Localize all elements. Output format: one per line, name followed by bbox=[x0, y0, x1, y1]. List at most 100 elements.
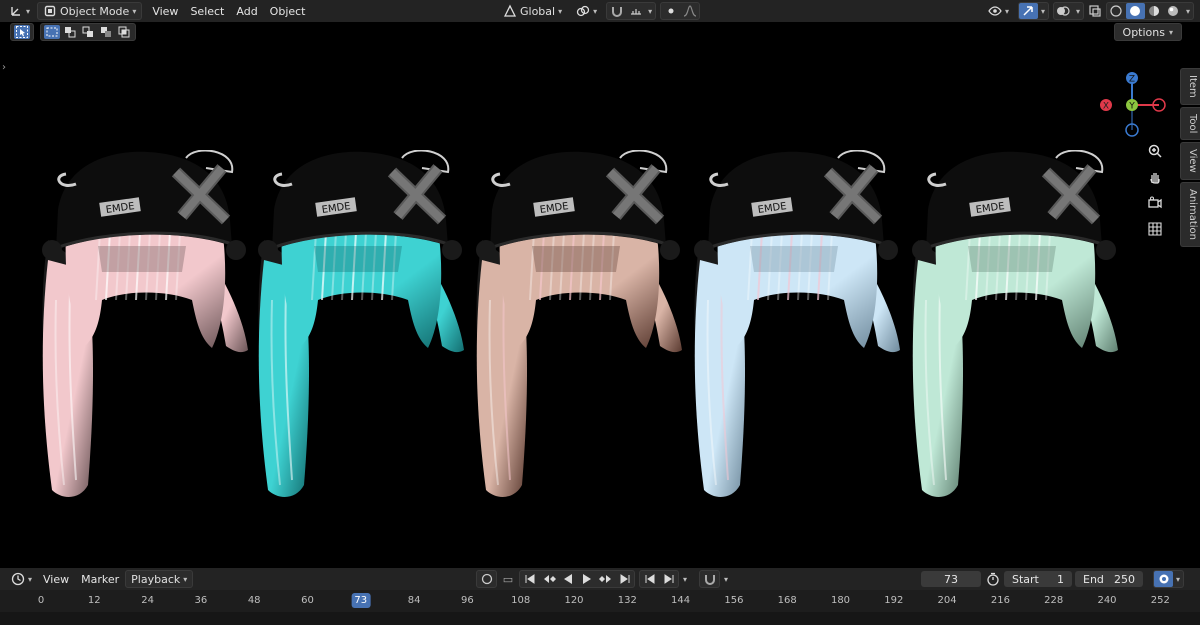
sidebar-tab-animation[interactable]: Animation bbox=[1180, 181, 1200, 247]
jump-start-icon[interactable] bbox=[520, 571, 539, 587]
proportional-edit-icon[interactable] bbox=[661, 3, 680, 19]
xray-icon[interactable] bbox=[1088, 4, 1102, 18]
ruler-tick-label: 108 bbox=[511, 595, 531, 606]
timeline-menu-marker[interactable]: Marker bbox=[75, 570, 125, 588]
chevron-down-icon[interactable]: ▾ bbox=[645, 7, 655, 16]
hair-model[interactable]: EMDE bbox=[36, 149, 252, 510]
menu-add[interactable]: Add bbox=[230, 2, 263, 20]
ruler-tick-label: 36 bbox=[194, 595, 208, 606]
sidebar-tab-tool[interactable]: Tool bbox=[1180, 106, 1200, 141]
prev-keyframe-icon[interactable] bbox=[539, 571, 558, 587]
solid-shading-icon[interactable] bbox=[1125, 3, 1145, 19]
auto-key-settings-icon[interactable]: ▭ bbox=[501, 572, 515, 586]
wireframe-shading-icon[interactable] bbox=[1107, 3, 1126, 19]
timeline-ruler[interactable]: 0 12 24 36 48 60 73 84 96 108 120 132 144 156 168 180 19… bbox=[0, 590, 1200, 612]
timeline-menu-playback[interactable]: Playback ▾ bbox=[125, 570, 194, 588]
proportional-edit-group bbox=[660, 2, 701, 20]
snapping-group: ▾ bbox=[606, 2, 657, 20]
select-extend-icon[interactable] bbox=[62, 25, 78, 39]
navigation-gizmo[interactable]: X Z Y bbox=[1097, 70, 1167, 140]
record-icon[interactable] bbox=[477, 571, 496, 587]
end-frame-field[interactable]: End 250 bbox=[1075, 571, 1143, 587]
timeline-menu-view[interactable]: View bbox=[37, 570, 75, 588]
start-value: 1 bbox=[1057, 572, 1064, 586]
ruler-tick-label: 228 bbox=[1044, 595, 1064, 606]
sidebar-tab-view[interactable]: View bbox=[1180, 142, 1200, 180]
x-axis-label: X bbox=[1103, 102, 1109, 112]
keyframe-nav-group bbox=[639, 570, 679, 588]
playback-label: Playback bbox=[131, 572, 181, 586]
next-keyframe-icon[interactable] bbox=[596, 571, 615, 587]
play-reverse-icon[interactable] bbox=[558, 571, 577, 587]
timeline-view-options-group: ▾ bbox=[1153, 570, 1185, 588]
camera-view-icon[interactable] bbox=[1144, 192, 1166, 214]
perspective-toggle-icon[interactable] bbox=[1144, 218, 1166, 240]
chevron-down-icon: ▾ bbox=[1168, 27, 1173, 37]
object-type-visibility-dropdown[interactable]: ▾ bbox=[983, 2, 1014, 20]
editor-type-button[interactable]: ▾ bbox=[4, 2, 35, 20]
start-label: Start bbox=[1012, 572, 1039, 586]
3d-viewport[interactable]: › EMDE EMDE EMDE EMDE EMDE X Z Y Item To… bbox=[0, 22, 1200, 567]
ruler-tick-label: 216 bbox=[990, 595, 1010, 606]
material-shading-icon[interactable] bbox=[1145, 3, 1164, 19]
hair-model[interactable]: EMDE bbox=[470, 149, 686, 510]
select-cursor-icon[interactable] bbox=[14, 25, 30, 39]
ruler-current-frame[interactable]: 73 bbox=[351, 593, 371, 608]
chevron-down-icon[interactable]: ▾ bbox=[724, 575, 728, 584]
magnet-icon[interactable] bbox=[607, 3, 626, 19]
falloff-curve-icon[interactable] bbox=[680, 3, 699, 19]
y-axis-label: Y bbox=[1128, 102, 1135, 112]
chevron-down-icon[interactable]: ▾ bbox=[1073, 7, 1083, 16]
menu-view[interactable]: View bbox=[146, 2, 184, 20]
z-axis-label: Z bbox=[1129, 75, 1135, 85]
ruler-tick-label: 168 bbox=[777, 595, 797, 606]
chevron-down-icon[interactable]: ▾ bbox=[683, 575, 687, 584]
chevron-down-icon: ▾ bbox=[28, 574, 33, 584]
select-subtract-icon[interactable] bbox=[80, 25, 96, 39]
select-new-icon[interactable] bbox=[44, 25, 60, 39]
zoom-icon[interactable] bbox=[1144, 140, 1166, 162]
menu-select[interactable]: Select bbox=[184, 2, 230, 20]
options-dropdown[interactable]: Options ▾ bbox=[1113, 23, 1182, 41]
chevron-down-icon[interactable]: ▾ bbox=[1183, 7, 1193, 16]
ruler-tick-label: 120 bbox=[564, 595, 584, 606]
timeline-area[interactable] bbox=[0, 612, 1200, 625]
sidebar-tab-item[interactable]: Item bbox=[1180, 68, 1200, 105]
hair-model[interactable]: EMDE bbox=[252, 149, 468, 510]
mode-dropdown[interactable]: Object Mode ▾ bbox=[37, 2, 143, 20]
stopwatch-icon[interactable] bbox=[986, 572, 1000, 586]
hair-model[interactable]: EMDE bbox=[688, 149, 904, 510]
timeline-magnet-icon[interactable] bbox=[700, 571, 719, 587]
snap-increment-icon[interactable] bbox=[626, 3, 645, 19]
timeline-header: ▾ View Marker Playback ▾ ▭ ▾ ▾ 73 Start … bbox=[0, 568, 1200, 590]
tool-row bbox=[10, 23, 136, 41]
pivot-dropdown[interactable]: ▾ bbox=[571, 2, 602, 20]
view-layer-icon[interactable] bbox=[1154, 571, 1173, 587]
overlays-icon[interactable] bbox=[1054, 3, 1073, 19]
menu-object[interactable]: Object bbox=[264, 2, 312, 20]
current-frame-field[interactable]: 73 bbox=[921, 571, 981, 587]
chevron-down-icon: ▾ bbox=[183, 574, 188, 584]
gizmo-icon[interactable] bbox=[1018, 3, 1038, 19]
jump-end-icon[interactable] bbox=[615, 571, 634, 587]
current-frame-value: 73 bbox=[944, 572, 958, 586]
select-invert-icon[interactable] bbox=[98, 25, 114, 39]
transform-orientation-dropdown[interactable]: Global ▾ bbox=[498, 2, 567, 20]
ruler-tick-label: 144 bbox=[671, 595, 691, 606]
toolbar-expand-icon[interactable]: › bbox=[2, 62, 6, 73]
timeline-editor-type-button[interactable]: ▾ bbox=[6, 570, 37, 588]
start-frame-field[interactable]: Start 1 bbox=[1004, 571, 1072, 587]
hair-model[interactable]: EMDE bbox=[906, 149, 1122, 510]
jump-next-frame-icon[interactable] bbox=[659, 571, 678, 587]
jump-prev-frame-icon[interactable] bbox=[640, 571, 659, 587]
chevron-down-icon[interactable]: ▾ bbox=[1038, 7, 1048, 16]
play-icon[interactable] bbox=[577, 571, 596, 587]
pivot-icon bbox=[576, 4, 590, 18]
object-mode-icon bbox=[43, 4, 57, 18]
overlays-group: ▾ bbox=[1052, 2, 1084, 20]
pan-hand-icon[interactable] bbox=[1144, 166, 1166, 188]
chevron-down-icon[interactable]: ▾ bbox=[1173, 575, 1183, 584]
snapping-timeline-group bbox=[699, 570, 721, 588]
select-intersect-icon[interactable] bbox=[116, 25, 132, 39]
rendered-shading-icon[interactable] bbox=[1164, 3, 1183, 19]
